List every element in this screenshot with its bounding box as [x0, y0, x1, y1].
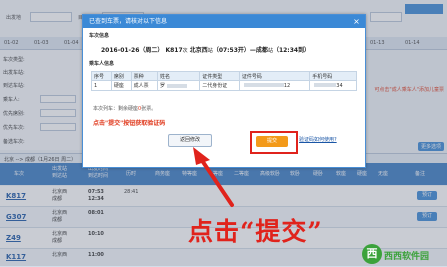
redaction [243, 83, 284, 87]
trip-summary: 2016-01-26（周二） K817次 北京西站（07:53开）—成都站（12… [101, 45, 310, 54]
passenger-name: 罗 [157, 80, 201, 91]
id-type: 二代身份证 [199, 80, 240, 91]
seq: 1 [91, 80, 112, 91]
col-header: 手机号码 [309, 71, 357, 81]
annotation-caption: 点击“提交” [188, 217, 323, 246]
trip-to: 成都 [255, 47, 268, 54]
watermark-text: 西西软件园 [384, 252, 430, 262]
passenger-table: 序号 席别 票种 姓名 证件类型 证件号码 手机号码 1 硬座 成人票 罗 二代… [91, 71, 357, 91]
trip-date: 2016-01-26（周二） [101, 47, 164, 54]
captcha-help-link[interactable]: 验证码如何使用? [299, 136, 337, 143]
passenger-table-header: 序号 席别 票种 姓名 证件类型 证件号码 手机号码 [91, 71, 357, 81]
back-button[interactable]: 返回修改 [168, 134, 212, 147]
trip-train-suffix: 次 [182, 48, 188, 54]
col-header: 序号 [91, 71, 112, 81]
phone: 34 [309, 80, 357, 91]
watermark: 西 西西软件园 [362, 244, 444, 264]
captcha-hint: 点击"提交"按钮获取验证码 [93, 120, 166, 127]
submit-button[interactable]: 提交 [256, 136, 288, 147]
col-header: 证件号码 [238, 71, 311, 81]
train-info-heading: 车次信息 [89, 33, 110, 39]
trip-train: K817 [165, 47, 183, 54]
id-number: 12 [238, 80, 311, 91]
col-header: 票种 [130, 71, 159, 81]
passenger-info-heading: 乘车人信息 [89, 61, 115, 67]
confirm-order-dialog: 已查到车票，请核对以下信息 × 车次信息 2016-01-26（周二） K817… [82, 14, 366, 168]
seat-type: 硬座 [110, 80, 132, 91]
col-header: 姓名 [157, 71, 201, 81]
ticket-type: 成人票 [130, 80, 159, 91]
name-text: 罗 [160, 83, 166, 89]
col-header: 证件类型 [199, 71, 240, 81]
trip-dep: （07:53开） [212, 47, 250, 54]
phone-text: 34 [336, 82, 343, 89]
submit-highlight-box: 提交 [250, 131, 298, 154]
notice-prefix: 本次列车：剩余硬座 [93, 106, 139, 112]
trip-arr: （12:34到） [272, 47, 311, 54]
redaction [314, 83, 337, 87]
trip-from: 北京西 [189, 47, 208, 54]
id-number-text: 12 [283, 82, 291, 89]
close-icon[interactable]: × [352, 17, 361, 26]
dialog-title: 已查到车票，请核对以下信息 [83, 15, 365, 28]
passenger-row: 1 硬座 成人票 罗 二代身份证 12 34 [91, 80, 357, 91]
remaining-notice: 本次列车：剩余硬座0张票。 [93, 105, 156, 112]
notice-suffix: 张票。 [141, 106, 157, 112]
redaction [167, 83, 188, 88]
watermark-logo: 西 [362, 244, 382, 264]
col-header: 席别 [110, 71, 132, 81]
